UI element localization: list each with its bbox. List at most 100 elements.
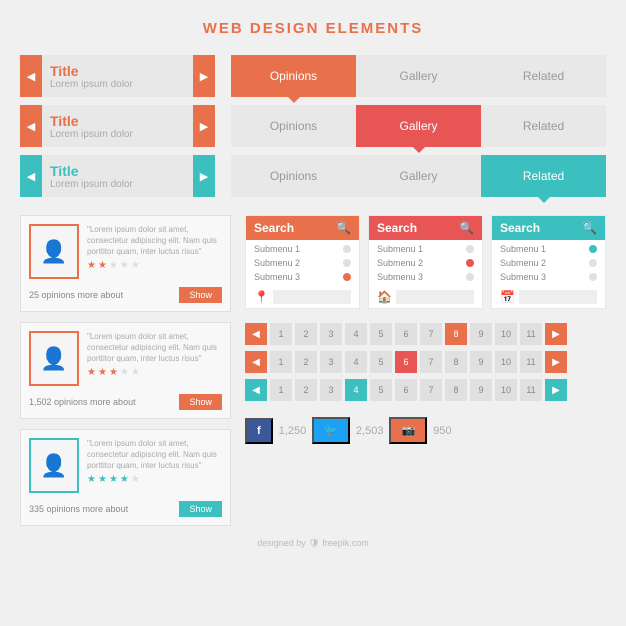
opinion-card-1-text-area: "Lorem ipsum dolor sit amet, consectetur… — [87, 224, 222, 279]
tab-bar-3-gallery[interactable]: Gallery — [356, 155, 481, 197]
pag-row-1-num-5[interactable]: 5 — [370, 323, 392, 345]
pag-row-3-num-1[interactable]: 1 — [270, 379, 292, 401]
opinion-card-3-text: "Lorem ipsum dolor sit amet, consectetur… — [87, 438, 222, 472]
star3-4: ★ — [120, 474, 129, 485]
search-panel-2: Search 🔍 Submenu 1 Submenu 2 — [368, 215, 483, 309]
pag-row-1-num-3[interactable]: 3 — [320, 323, 342, 345]
pagination-row-1: ◀ 1 2 3 4 5 6 7 8 9 10 11 ▶ — [245, 323, 606, 345]
pag-row-1-next[interactable]: ▶ — [545, 323, 567, 345]
tab-bar-1-gallery[interactable]: Gallery — [356, 55, 481, 97]
star3-3: ★ — [109, 474, 118, 485]
search-item-1-2: Submenu 2 — [254, 258, 351, 268]
tab-bar-3-opinions[interactable]: Opinions — [231, 155, 356, 197]
pag-row-3-num-6[interactable]: 6 — [395, 379, 417, 401]
opinion-card-3-count: 335 opinions more about — [29, 504, 128, 514]
pag-row-2-num-2[interactable]: 2 — [295, 351, 317, 373]
pag-row-2-num-6[interactable]: 6 — [395, 351, 417, 373]
pag-row-2-num-1[interactable]: 1 — [270, 351, 292, 373]
pag-row-3-num-8[interactable]: 8 — [445, 379, 467, 401]
facebook-btn[interactable]: f — [245, 418, 273, 444]
pag-row-3-num-11[interactable]: 11 — [520, 379, 542, 401]
pag-row-3-next[interactable]: ▶ — [545, 379, 567, 401]
pagination-section: ◀ 1 2 3 4 5 6 7 8 9 10 11 ▶ ◀ 1 — [245, 323, 606, 401]
footer: designed by 🛡 freepik.com — [20, 538, 606, 549]
search-panel-2-items: Submenu 1 Submenu 2 Submenu 3 — [369, 240, 482, 286]
pag-row-1-num-1[interactable]: 1 — [270, 323, 292, 345]
tab-bar-1-opinions[interactable]: Opinions — [231, 55, 356, 97]
star-2: ★ — [98, 260, 107, 271]
title-bar-3-left-arrow[interactable]: ◀ — [20, 155, 42, 197]
opinion-card-2-show-btn[interactable]: Show — [179, 394, 222, 410]
search-panel-1: Search 🔍 Submenu 1 Submenu 2 — [245, 215, 360, 309]
instagram-icon: 📷 — [401, 424, 415, 437]
tab-bar-2-opinions[interactable]: Opinions — [231, 105, 356, 147]
top-section: ◀ Title Lorem ipsum dolor ▶ ◀ Title Lore… — [20, 55, 606, 197]
pag-row-2-num-7[interactable]: 7 — [420, 351, 442, 373]
tab-bar-2-related[interactable]: Related — [481, 105, 606, 147]
tab-bars: Opinions Gallery Related Opinions Galler… — [231, 55, 606, 197]
pag-row-3-num-3[interactable]: 3 — [320, 379, 342, 401]
pag-row-2-num-11[interactable]: 11 — [520, 351, 542, 373]
page: WEB DESIGN ELEMENTS ◀ Title Lorem ipsum … — [0, 0, 626, 564]
pag-row-1-num-10[interactable]: 10 — [495, 323, 517, 345]
tab-bar-2-gallery[interactable]: Gallery — [356, 105, 481, 147]
pag-row-3-num-7[interactable]: 7 — [420, 379, 442, 401]
twitter-btn[interactable]: 🐦 — [312, 417, 350, 444]
pag-row-2-num-9[interactable]: 9 — [470, 351, 492, 373]
pag-row-1-num-6[interactable]: 6 — [395, 323, 417, 345]
search-panel-3: Search 🔍 Submenu 1 Submenu 2 — [491, 215, 606, 309]
title-bar-1-subtitle: Lorem ipsum dolor — [50, 79, 185, 90]
pag-row-1-num-4[interactable]: 4 — [345, 323, 367, 345]
search-panel-2-input[interactable] — [396, 290, 474, 304]
search-item-2-2: Submenu 2 — [377, 258, 474, 268]
pag-row-1-num-7[interactable]: 7 — [420, 323, 442, 345]
pag-row-1-num-2[interactable]: 2 — [295, 323, 317, 345]
pag-row-2-num-4[interactable]: 4 — [345, 351, 367, 373]
search-panel-1-icon[interactable]: 🔍 — [336, 221, 351, 235]
pag-row-1-num-9[interactable]: 9 — [470, 323, 492, 345]
search-item-3-1: Submenu 1 — [500, 244, 597, 254]
opinion-card-1-show-btn[interactable]: Show — [179, 287, 222, 303]
search-item-2-3-label: Submenu 3 — [377, 272, 423, 282]
pag-row-1-num-8[interactable]: 8 — [445, 323, 467, 345]
pag-row-3-num-10[interactable]: 10 — [495, 379, 517, 401]
search-panel-3-icon[interactable]: 🔍 — [582, 221, 597, 235]
pag-row-2-prev[interactable]: ◀ — [245, 351, 267, 373]
pag-row-3-num-2[interactable]: 2 — [295, 379, 317, 401]
pag-row-2-num-10[interactable]: 10 — [495, 351, 517, 373]
opinion-card-3-show-btn[interactable]: Show — [179, 501, 222, 517]
opinion-card-1-stars: ★ ★ ★ ★ ★ — [87, 260, 222, 271]
search-item-2-3: Submenu 3 — [377, 272, 474, 282]
pag-row-1-num-11[interactable]: 11 — [520, 323, 542, 345]
title-bar-2-left-arrow[interactable]: ◀ — [20, 105, 42, 147]
opinion-cards: 👤 "Lorem ipsum dolor sit amet, consectet… — [20, 215, 231, 526]
twitter-count: 2,503 — [356, 425, 384, 437]
pag-row-2-num-8[interactable]: 8 — [445, 351, 467, 373]
star-5: ★ — [131, 260, 140, 271]
search-item-3-1-label: Submenu 1 — [500, 244, 546, 254]
pag-row-2-next[interactable]: ▶ — [545, 351, 567, 373]
title-bar-2-right-arrow[interactable]: ▶ — [193, 105, 215, 147]
pag-row-2-num-5[interactable]: 5 — [370, 351, 392, 373]
pag-row-3-num-4[interactable]: 4 — [345, 379, 367, 401]
search-panel-3-input[interactable] — [519, 290, 597, 304]
search-panel-2-icon[interactable]: 🔍 — [459, 221, 474, 235]
pag-row-3-num-5[interactable]: 5 — [370, 379, 392, 401]
star-3: ★ — [109, 260, 118, 271]
instagram-btn[interactable]: 📷 — [389, 417, 427, 444]
tab-bar-1-related[interactable]: Related — [481, 55, 606, 97]
search-panel-1-input-icon: 📍 — [254, 290, 269, 304]
title-bar-1-left-arrow[interactable]: ◀ — [20, 55, 42, 97]
title-bar-1-right-arrow[interactable]: ▶ — [193, 55, 215, 97]
opinion-card-2-top: 👤 "Lorem ipsum dolor sit amet, consectet… — [29, 331, 222, 386]
search-panel-2-title: Search — [377, 221, 417, 235]
star2-3: ★ — [109, 367, 118, 378]
pag-row-3-num-9[interactable]: 9 — [470, 379, 492, 401]
tab-bar-3-related[interactable]: Related — [481, 155, 606, 197]
search-panel-1-input[interactable] — [273, 290, 351, 304]
pag-row-1-prev[interactable]: ◀ — [245, 323, 267, 345]
pag-row-2-num-3[interactable]: 3 — [320, 351, 342, 373]
title-bar-3-right-arrow[interactable]: ▶ — [193, 155, 215, 197]
pag-row-3-prev[interactable]: ◀ — [245, 379, 267, 401]
title-bar-2-title: Title — [50, 113, 185, 129]
